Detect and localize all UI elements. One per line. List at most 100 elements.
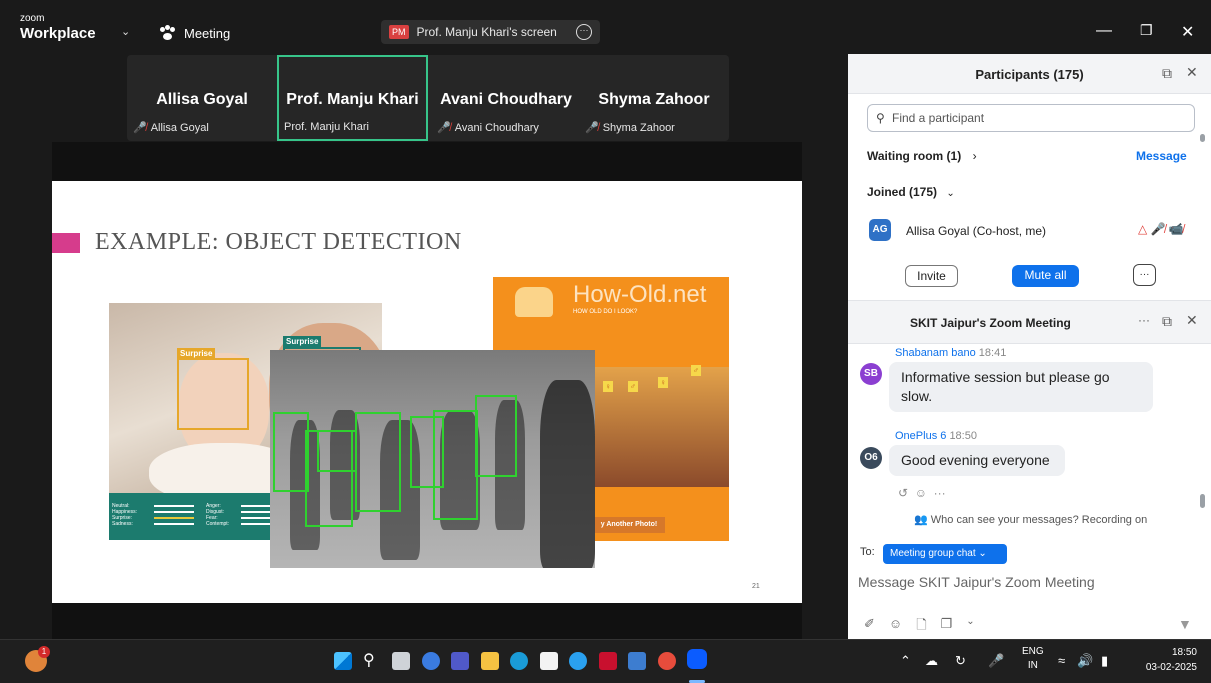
more-options-icon[interactable]: ··· — [576, 24, 592, 40]
pop-out-icon[interactable]: ⧉ — [1162, 313, 1172, 330]
notification-badge: 1 — [38, 646, 50, 658]
detection-box — [273, 412, 309, 492]
participant-status-icons[interactable]: △ 🎤̸ 📹̸ — [1138, 222, 1184, 236]
file-icon[interactable]: 🗋 — [916, 616, 926, 638]
app-tray-icon[interactable]: ↻ — [955, 653, 966, 669]
app-icon[interactable] — [569, 652, 587, 670]
chevron-down-icon[interactable]: ⌄ — [121, 25, 130, 38]
message-actions[interactable]: ↺ ☺ ··· — [898, 486, 946, 500]
system-clock[interactable]: 18:50 03-02-2025 — [1146, 645, 1197, 675]
onedrive-icon[interactable]: ☁ — [925, 653, 938, 669]
scrollbar[interactable] — [1200, 494, 1205, 508]
avatar: AG — [869, 219, 891, 241]
shared-screen-pill[interactable]: PM Prof. Manju Khari's screen ··· — [381, 20, 600, 44]
battery-icon[interactable]: ▮ — [1101, 653, 1108, 669]
tile-label: 🎤̸ Allisa Goyal — [133, 121, 209, 135]
brand-small: zoom — [20, 13, 45, 24]
face-tag: Surprise — [177, 348, 216, 359]
video-tile[interactable]: Avani Choudhary 🎤̸ Avani Choudhary — [431, 55, 581, 141]
detection-box — [317, 430, 357, 472]
message-sender: Shabanam bano 18:41 — [895, 347, 1007, 359]
store-icon[interactable] — [540, 652, 558, 670]
waiting-room-toggle[interactable]: Waiting room (1) › — [867, 149, 977, 163]
participant-name[interactable]: Allisa Goyal (Co-host, me) — [906, 224, 1046, 238]
chevron-down-icon: ⌄ — [946, 188, 955, 199]
zoom-icon[interactable] — [687, 649, 707, 669]
brand-big: Workplace — [20, 25, 96, 42]
detection-box — [355, 412, 401, 512]
close-icon[interactable]: ✕ — [1186, 312, 1198, 329]
howold-title: How-Old.net — [573, 281, 707, 308]
tile-label: 🎤̸ Shyma Zahoor — [585, 121, 675, 135]
tile-name: Allisa Goyal — [156, 91, 248, 108]
chrome-icon[interactable] — [658, 652, 676, 670]
video-tile-active-speaker[interactable]: Prof. Manju Khari Prof. Manju Khari — [277, 55, 428, 141]
search-icon[interactable]: ⚲ — [363, 650, 375, 670]
video-tile[interactable]: Allisa Goyal 🎤̸ Allisa Goyal — [127, 55, 277, 141]
howold-subtitle: HOW OLD DO I LOOK? — [573, 309, 638, 315]
presenter-avatar: PM — [389, 25, 409, 39]
pop-out-icon[interactable]: ⧉ — [1162, 65, 1172, 82]
face-box — [177, 358, 249, 430]
chat-header: SKIT Jaipur's Zoom Meeting ··· ⧉ ✕ — [848, 300, 1211, 344]
file-explorer-icon[interactable] — [481, 652, 499, 670]
mcafee-icon[interactable] — [599, 652, 617, 670]
app-icon[interactable] — [628, 652, 646, 670]
presentation-slide: EXAMPLE: OBJECT DETECTION Surprise Surpr… — [52, 181, 802, 603]
title-bar: zoom Workplace ⌄ Meeting PM Prof. Manju … — [0, 0, 1211, 54]
wifi-icon[interactable]: ≈ — [1058, 653, 1065, 668]
close-icon[interactable]: ✕ — [1181, 22, 1194, 42]
chevron-down-icon: ⌄ — [978, 548, 987, 559]
emoji-icon[interactable]: ☺ — [889, 616, 902, 638]
chat-toolbar: ✐ ☺ 🗋 ❐ ⌄ — [864, 616, 975, 638]
microphone-icon[interactable]: 🎤 — [988, 653, 1004, 669]
chat-message-input[interactable]: Message SKIT Jaipur's Zoom Meeting — [858, 574, 1095, 590]
mic-off-icon: 🎤̸ — [437, 122, 451, 134]
volume-icon[interactable]: 🔊 — [1077, 653, 1093, 669]
slide-accent-bar — [52, 233, 80, 253]
start-icon[interactable] — [334, 652, 352, 670]
chat-message: Good evening everyone — [889, 445, 1065, 476]
widgets-icon[interactable] — [422, 652, 440, 670]
language-indicator[interactable]: ENG IN — [1022, 645, 1044, 673]
mute-all-button[interactable]: Mute all — [1012, 265, 1079, 287]
teams-icon[interactable] — [451, 652, 469, 670]
restore-icon[interactable]: ❐ — [1140, 22, 1153, 39]
slide-page-number: 21 — [752, 583, 760, 590]
recipient-dropdown[interactable]: Meeting group chat ⌄ — [883, 544, 1007, 564]
invite-button[interactable]: Invite — [905, 265, 958, 287]
more-options-icon[interactable]: ··· — [1133, 264, 1156, 286]
video-strip: Allisa Goyal 🎤̸ Allisa Goyal Prof. Manju … — [127, 55, 729, 141]
message-waiting-room-link[interactable]: Message — [1136, 149, 1187, 163]
edge-icon[interactable] — [510, 652, 528, 670]
more-options-icon[interactable]: ··· — [1138, 313, 1150, 327]
chevron-down-icon[interactable]: ⌄ — [966, 616, 974, 638]
scrollbar[interactable] — [1200, 134, 1205, 142]
send-icon[interactable]: ▼ — [1178, 616, 1192, 632]
shared-screen-label: Prof. Manju Khari's screen — [416, 25, 557, 39]
close-icon[interactable]: ✕ — [1186, 64, 1198, 81]
people-icon: 👥 — [914, 514, 928, 526]
detection-box — [433, 410, 478, 520]
tile-label: Prof. Manju Khari — [284, 121, 369, 133]
slide-title: EXAMPLE: OBJECT DETECTION — [95, 229, 462, 255]
avatar: O6 — [860, 447, 882, 469]
tile-label: 🎤̸ Avani Choudhary — [437, 121, 539, 135]
participant-search-input[interactable]: ⚲ Find a participant — [867, 104, 1195, 132]
task-view-icon[interactable] — [392, 652, 410, 670]
meeting-menu[interactable]: Meeting — [160, 24, 230, 41]
face-tag: Surprise — [283, 336, 322, 347]
participants-title: Participants (175) — [975, 67, 1084, 82]
screenshot-icon[interactable]: ❐ — [941, 616, 953, 638]
joined-toggle[interactable]: Joined (175) ⌄ — [867, 185, 955, 199]
zoom-workplace-logo[interactable]: zoom Workplace — [20, 13, 96, 42]
minimize-icon[interactable]: — — [1096, 22, 1112, 40]
try-another-photo-button: y Another Photo! — [593, 517, 665, 533]
video-tile[interactable]: Shyma Zahoor 🎤̸ Shyma Zahoor — [579, 55, 729, 141]
privacy-note[interactable]: 👥 Who can see your messages? Recording o… — [914, 513, 1147, 526]
search-icon: ⚲ — [876, 111, 885, 125]
paw-icon — [160, 24, 176, 41]
format-icon[interactable]: ✐ — [864, 616, 875, 638]
chevron-up-icon[interactable]: ⌃ — [900, 653, 911, 669]
pedestrian-detection-image — [270, 350, 595, 568]
